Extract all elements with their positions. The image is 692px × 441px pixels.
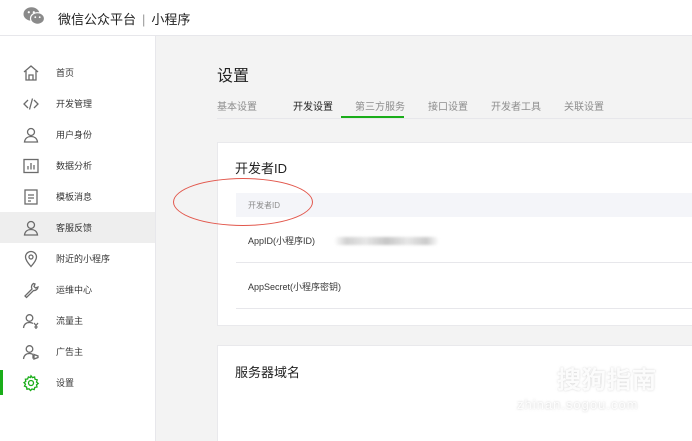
sidebar-item-dev-management[interactable]: 开发管理 <box>0 88 155 119</box>
sidebar-item-data-analysis[interactable]: 数据分析 <box>0 150 155 181</box>
sidebar-item-label: 首页 <box>56 68 75 78</box>
tab-developer-tools[interactable]: 开发者工具 <box>491 98 541 113</box>
sidebar-item-user-identity[interactable]: 用户身份 <box>0 119 155 150</box>
code-icon <box>23 98 39 110</box>
section-name: 小程序 <box>151 12 191 27</box>
sidebar-item-template-message[interactable]: 模板消息 <box>0 181 155 212</box>
sidebar-item-label: 客服反馈 <box>56 223 93 233</box>
gear-icon <box>23 374 40 392</box>
settings-tabs: 基本设置 开发设置 第三方服务 接口设置 开发者工具 关联设置 <box>217 92 692 119</box>
sidebar-item-label: 流量主 <box>56 316 84 326</box>
tab-linked-settings[interactable]: 关联设置 <box>564 98 604 113</box>
sidebar-item-label: 用户身份 <box>56 130 93 140</box>
sidebar-item-label: 运维中心 <box>56 285 93 295</box>
user-icon <box>23 127 39 143</box>
sidebar-item-operations-center[interactable]: 运维中心 <box>0 274 155 305</box>
user-ad-icon <box>22 345 39 360</box>
main-content: 设置 基本设置 开发设置 第三方服务 接口设置 开发者工具 关联设置 开发者ID… <box>157 36 692 441</box>
sidebar-item-label: 开发管理 <box>56 99 93 109</box>
server-domain-card: 服务器域名 <box>217 345 692 441</box>
appid-label: AppID(小程序ID) <box>248 236 316 246</box>
user-money-icon <box>22 314 39 329</box>
developer-id-card: 开发者ID 开发者ID AppID(小程序ID) AppSecret(小程序密钥… <box>217 142 692 326</box>
brand-title: 微信公众平台 | 小程序 <box>58 9 190 28</box>
appid-value-blurred[interactable] <box>334 237 439 245</box>
sidebar-item-traffic-owner[interactable]: 流量主 <box>0 305 155 336</box>
sidebar: 首页 开发管理 用户身份 数据分析 模板消息 客服反馈 附近的小程序 运维中心 … <box>0 36 156 441</box>
brand-separator: | <box>142 12 146 27</box>
home-icon <box>23 65 39 81</box>
page-title: 设置 <box>217 68 250 85</box>
wechat-logo-icon[interactable] <box>23 6 45 26</box>
annotation-ellipse <box>173 178 313 226</box>
document-icon <box>24 189 38 205</box>
tab-api-settings[interactable]: 接口设置 <box>428 98 468 113</box>
tab-third-party-services[interactable]: 第三方服务 <box>355 98 405 113</box>
card-title: 开发者ID <box>235 161 288 176</box>
sidebar-item-home[interactable]: 首页 <box>0 57 155 88</box>
chart-icon <box>23 158 39 174</box>
appsecret-label: AppSecret(小程序密钥) <box>248 282 342 292</box>
table-row-appid: AppID(小程序ID) <box>236 217 692 263</box>
active-tab-indicator <box>341 116 404 118</box>
wrench-icon <box>24 282 39 299</box>
sidebar-item-nearby-miniprogram[interactable]: 附近的小程序 <box>0 243 155 274</box>
top-bar: 微信公众平台 | 小程序 <box>0 0 692 36</box>
tab-basic-settings[interactable]: 基本设置 <box>217 98 257 113</box>
sidebar-item-label: 数据分析 <box>56 161 93 171</box>
sidebar-item-label: 广告主 <box>56 347 84 357</box>
user-icon <box>23 220 39 236</box>
sidebar-item-label: 设置 <box>56 378 75 388</box>
sidebar-item-settings[interactable]: 设置 <box>0 367 155 398</box>
sidebar-item-label: 模板消息 <box>56 192 93 202</box>
sidebar-item-customer-feedback[interactable]: 客服反馈 <box>0 212 155 243</box>
tab-dev-settings[interactable]: 开发设置 <box>293 98 333 113</box>
sidebar-item-advertiser[interactable]: 广告主 <box>0 336 155 367</box>
table-row-appsecret: AppSecret(小程序密钥) <box>236 263 692 309</box>
sidebar-item-label: 附近的小程序 <box>56 254 111 264</box>
product-name: 微信公众平台 <box>58 12 137 27</box>
location-icon <box>24 250 38 268</box>
card-title: 服务器域名 <box>235 365 301 380</box>
